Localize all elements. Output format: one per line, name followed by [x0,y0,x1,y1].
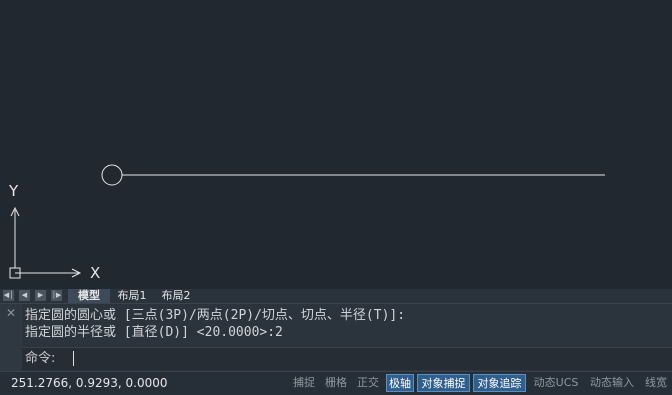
snap-toggle[interactable]: 捕捉 [290,374,318,392]
close-icon[interactable]: ✕ [6,307,16,319]
status-bar: 251.2766, 0.9293, 0.0000 捕捉 栅格 正交 极轴 对象捕… [0,371,672,395]
first-tab-icon[interactable]: ◀│ [3,290,14,301]
coordinate-readout: 251.2766, 0.9293, 0.0000 [11,376,168,390]
polar-toggle[interactable]: 极轴 [386,374,414,392]
dynamic-ucs-toggle[interactable]: 动态UCS [530,374,582,392]
circle-entity[interactable] [101,164,123,186]
grid-toggle[interactable]: 栅格 [322,374,350,392]
command-window: ✕ 指定圆的圆心或 [三点(3P)/两点(2P)/切点、切点、半径(T)]: 指… [0,303,672,371]
tab-layout2[interactable]: 布局2 [155,289,197,303]
last-tab-icon[interactable]: │▶ [51,290,62,301]
lineweight-toggle[interactable]: 线宽 [642,374,670,392]
prev-tab-icon[interactable]: ◀ [19,290,30,301]
tab-layout1[interactable]: 布局1 [112,289,152,303]
next-tab-icon[interactable]: ▶ [35,290,46,301]
drawing-geometry [9,164,605,279]
command-history-line: 指定圆的半径或 [直径(D)] <20.0000>:2 [25,325,283,340]
dynamic-input-toggle[interactable]: 动态输入 [586,374,638,392]
command-prompt: 命令: [25,351,56,366]
object-snap-toggle[interactable]: 对象捕捉 [417,374,470,392]
ucs-x-label: X [90,264,101,282]
command-input-row[interactable]: 命令: [22,347,672,370]
drawing-canvas[interactable]: Y X [0,0,672,289]
layout-tab-bar: ◀│ ◀ ▶ │▶ 模型 布局1 布局2 [0,289,672,303]
tab-model[interactable]: 模型 [68,289,110,303]
text-caret [73,351,74,366]
ucs-y-label: Y [9,182,19,200]
command-history-line: 指定圆的圆心或 [三点(3P)/两点(2P)/切点、切点、半径(T)]: [25,308,406,323]
command-window-gutter: ✕ [0,304,22,371]
object-tracking-toggle[interactable]: 对象追踪 [473,374,526,392]
ortho-toggle[interactable]: 正交 [354,374,382,392]
ucs-icon [9,206,82,279]
